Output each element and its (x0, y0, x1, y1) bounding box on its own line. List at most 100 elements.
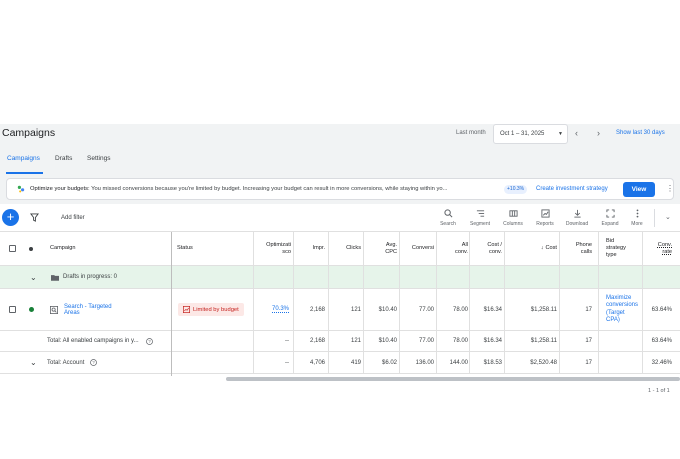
column-divider (328, 232, 329, 374)
phone-calls-value: 17 (585, 306, 592, 313)
tool-label: Expand (601, 221, 619, 227)
date-range-picker[interactable]: Oct 1 – 31, 2025 ▼ (493, 124, 568, 144)
row-checkbox[interactable] (9, 289, 16, 330)
chevron-left-icon[interactable]: ‹ (575, 128, 578, 138)
reports-icon (540, 209, 550, 218)
col-header-status[interactable]: Status (177, 232, 193, 265)
all-conv-value: 144.00 (449, 359, 468, 366)
avg-cpc-value: $10.40 (378, 306, 397, 313)
col-header-impr[interactable]: Impr. (295, 232, 325, 265)
help-icon[interactable]: ? (146, 331, 153, 351)
tab-drafts[interactable]: Drafts (55, 155, 72, 162)
column-divider (293, 232, 294, 374)
table-row[interactable]: Search - Targeted Areas Limited by budge… (0, 289, 680, 331)
col-header-line: calls (580, 248, 592, 255)
tab-settings[interactable]: Settings (87, 155, 111, 162)
status-badge[interactable]: Limited by budget (178, 289, 244, 330)
total-account-row: ⌄ Total: Account ? -- 4,706 419 $6.02 13… (0, 352, 680, 374)
page-header: Campaigns Last month (0, 124, 680, 146)
bid-strategy-line: (Target (606, 309, 625, 316)
col-header-line: Cost / (487, 241, 502, 248)
col-header-all-conv[interactable]: All conv. (438, 232, 468, 265)
bid-strategy-link[interactable]: Maximize conversions (Target CPA) (606, 289, 638, 330)
all-conv-value: 78.00 (452, 306, 468, 313)
col-header-cost-conv[interactable]: Cost / conv. (470, 232, 502, 265)
optimize-budget-banner: Optimize your budgets: You missed conver… (6, 178, 674, 200)
col-header-conversions[interactable]: Conversi (400, 232, 434, 265)
search-tool-button[interactable]: Search (433, 209, 463, 227)
col-header-phone-calls[interactable]: Phone calls (560, 232, 592, 265)
clicks-value: 121 (350, 306, 361, 313)
opt-score-value: -- (285, 359, 289, 366)
add-campaign-button[interactable]: + (2, 209, 19, 226)
drafts-row: ⌄ Drafts in progress: 0 (0, 266, 680, 289)
horizontal-scrollbar[interactable] (226, 377, 680, 381)
create-investment-strategy-link[interactable]: Create investment strategy (536, 186, 608, 192)
filter-icon[interactable] (30, 213, 39, 222)
search-campaign-icon (50, 289, 58, 330)
col-header-line: Avg. (385, 241, 397, 248)
col-header-line: CPC (385, 248, 397, 255)
chevron-down-icon[interactable]: ⌄ (30, 352, 37, 373)
more-tool-button[interactable]: More (622, 209, 652, 227)
reports-tool-button[interactable]: Reports (530, 209, 560, 227)
columns-tool-button[interactable]: Columns (498, 209, 528, 227)
add-filter-button[interactable]: Add filter (61, 215, 85, 221)
date-range-text: Oct 1 – 31, 2025 (500, 131, 545, 137)
column-divider (399, 232, 400, 374)
sort-arrow-icon: ↓ (540, 245, 544, 251)
col-header-campaign[interactable]: Campaign (50, 232, 76, 265)
pagination-label: 1 - 1 of 1 (648, 388, 670, 394)
help-icon[interactable]: ? (90, 352, 97, 373)
tool-label: Reports (536, 221, 554, 227)
download-tool-button[interactable]: Download (562, 209, 592, 227)
col-header-cost[interactable]: ↓ Cost (505, 232, 557, 265)
view-button[interactable]: View (623, 182, 655, 197)
search-icon (443, 209, 452, 218)
col-header-clicks[interactable]: Clicks (330, 232, 361, 265)
segment-tool-button[interactable]: Segment (465, 209, 495, 227)
optimization-score-link[interactable]: 70.3% (255, 289, 289, 330)
cost-value: $1,258.11 (530, 338, 557, 344)
phone-calls-value: 17 (585, 338, 592, 344)
download-icon (573, 209, 581, 218)
cost-conv-value: $16.34 (483, 306, 502, 313)
cost-value: $1,258.11 (530, 306, 557, 313)
chart-icon (183, 306, 190, 313)
tool-label: Columns (503, 221, 523, 227)
more-icon (636, 209, 638, 218)
svg-text:?: ? (92, 360, 95, 365)
tab-campaigns[interactable]: Campaigns (7, 155, 40, 162)
opt-score-value: -- (285, 338, 289, 344)
col-header-line: rate (662, 248, 672, 255)
chevron-down-icon[interactable]: ⌄ (665, 213, 671, 221)
banner-message: Optimize your budgets: You missed conver… (30, 186, 447, 192)
col-header-optimization-score[interactable]: Optimizati sco (255, 232, 291, 265)
conv-rate-value: 32.46% (651, 359, 672, 366)
segment-icon (476, 210, 484, 217)
col-header-line: All (461, 241, 468, 248)
tool-label: Search (440, 221, 456, 227)
col-header-bid-strategy-type[interactable]: Bid strategy type (606, 232, 626, 265)
expand-tool-button[interactable]: Expand (595, 209, 625, 227)
chevron-right-icon[interactable]: › (597, 128, 600, 138)
conversions-value: 77.00 (418, 306, 434, 313)
conversions-value: 136.00 (415, 359, 434, 366)
chevron-down-icon[interactable]: ⌄ (30, 266, 37, 288)
enabled-status-dot[interactable] (29, 289, 34, 330)
column-divider (559, 232, 560, 374)
col-header-conv-rate[interactable]: Conv. rate (648, 232, 672, 265)
col-header-avg-cpc[interactable]: Avg. CPC (365, 232, 397, 265)
show-last-30-days-link[interactable]: Show last 30 days (616, 130, 665, 136)
tab-bar: Campaigns Drafts Settings (0, 146, 680, 174)
cost-conv-value: $18.53 (483, 359, 502, 366)
date-preset-label: Last month (456, 130, 486, 136)
opt-score-value: 70.3% (271, 306, 289, 313)
more-vert-icon[interactable]: ⋮ (666, 184, 674, 193)
total-enabled-row: Total: All enabled campaigns in y... ? -… (0, 331, 680, 352)
select-all-checkbox[interactable] (9, 232, 16, 265)
tool-label: Download (565, 221, 589, 227)
column-divider (469, 232, 470, 374)
campaign-name-link[interactable]: Search - Targeted Areas (64, 289, 112, 330)
col-header-line: Phone (575, 241, 592, 248)
